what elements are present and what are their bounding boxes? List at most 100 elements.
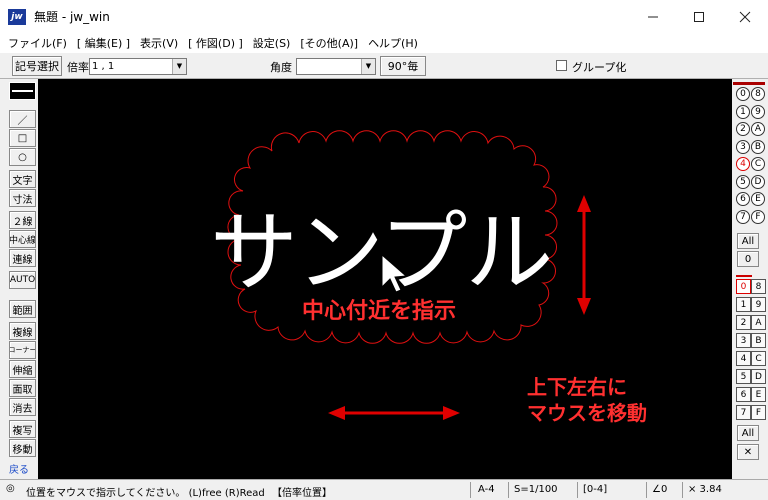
layer-group-button-9[interactable]: 9: [751, 104, 765, 119]
group-checkbox[interactable]: [556, 60, 567, 71]
layer-all-button[interactable]: All: [737, 425, 759, 441]
menu-settings[interactable]: 設定(S): [253, 35, 291, 51]
tool-dimension[interactable]: 寸法: [9, 189, 36, 207]
layer-group-button-7[interactable]: 7: [736, 209, 750, 224]
tool-connect-line[interactable]: 連線: [9, 249, 36, 267]
close-icon: [739, 11, 751, 22]
hint-center: 中心付近を指示: [302, 299, 457, 324]
layer-button-b[interactable]: B: [751, 333, 766, 348]
layer-group-all-button[interactable]: All: [737, 233, 759, 249]
layer-group-button-5[interactable]: 5: [736, 174, 750, 189]
symbol-select-button[interactable]: 記号選択: [12, 56, 62, 76]
menu-file[interactable]: ファイル(F): [8, 35, 67, 51]
status-message: 位置をマウスで指示してください。 (L)free (R)Read: [26, 488, 265, 499]
layer-button-e[interactable]: E: [751, 387, 766, 402]
angle-combo[interactable]: ▼: [296, 58, 376, 75]
status-layer[interactable]: [0-4]: [583, 484, 607, 495]
layer-group-button-f[interactable]: F: [751, 209, 765, 224]
layer-button-d[interactable]: D: [751, 369, 766, 384]
chevron-down-icon[interactable]: ▼: [361, 59, 375, 74]
layer-group-button-d[interactable]: D: [751, 174, 765, 189]
arrow-head-down: [577, 298, 591, 315]
arrow-head-up: [577, 195, 591, 212]
tool-circle[interactable]: ○: [9, 148, 36, 166]
status-paper[interactable]: A-4: [478, 484, 495, 495]
ninety-degree-button[interactable]: 90°毎: [380, 56, 426, 76]
layer-group-zero-button[interactable]: 0: [737, 251, 759, 267]
layer-group-button-b[interactable]: B: [751, 139, 765, 154]
layer-group-button-4[interactable]: 4: [736, 157, 750, 171]
layer-button-c[interactable]: C: [751, 351, 766, 366]
tool-offset[interactable]: 複線: [9, 322, 36, 340]
menu-help[interactable]: ヘルプ(H): [368, 35, 418, 51]
maximize-icon: [694, 11, 704, 22]
status-mode: 【倍率位置】: [272, 488, 332, 499]
layer-group-button-c[interactable]: C: [751, 157, 765, 171]
layer-button-f[interactable]: F: [751, 405, 766, 420]
scale-combo[interactable]: 1 , 1 ▼: [89, 58, 187, 75]
status-scale[interactable]: S=1/100: [514, 484, 558, 495]
close-button[interactable]: [722, 0, 768, 33]
tool-text[interactable]: 文字: [9, 170, 36, 188]
layer-group-button-e[interactable]: E: [751, 192, 765, 206]
layer-indicator: [736, 275, 752, 277]
tool-chamfer[interactable]: 面取: [9, 379, 36, 397]
tool-auto[interactable]: AUTO: [9, 271, 36, 289]
menu-other[interactable]: [その他(A)]: [300, 35, 358, 51]
status-bar: ◎ 位置をマウスで指示してください。 (L)free (R)Read 【倍率位置…: [0, 479, 768, 500]
layer-button-8[interactable]: 8: [751, 279, 766, 294]
app-icon: jw: [8, 8, 26, 25]
tool-copy[interactable]: 複写: [9, 420, 36, 438]
angle-label: 角度: [270, 61, 292, 74]
layer-button-2[interactable]: 2: [736, 315, 751, 330]
tool-corner[interactable]: コーナー: [9, 341, 36, 359]
hint-move-line2: マウスを移動: [527, 401, 647, 425]
drawing-canvas[interactable]: サンプル 中心付近を指示 上下左右に マウスを移動: [38, 79, 732, 479]
layer-button-6[interactable]: 6: [736, 387, 751, 402]
layer-group-button-a[interactable]: A: [751, 122, 765, 136]
layer-panel: 08192A3B4C5D6E7F All 0 08192A3B4C5D6E7F …: [732, 79, 768, 479]
layer-button-1[interactable]: 1: [736, 297, 751, 312]
layer-button-7[interactable]: 7: [736, 405, 751, 420]
layer-button-3[interactable]: 3: [736, 333, 751, 348]
minimize-icon: [648, 16, 658, 17]
line-type-swatch[interactable]: [9, 82, 36, 100]
menu-view[interactable]: 表示(V): [140, 35, 178, 51]
minimize-button[interactable]: [630, 0, 676, 33]
window-title: 無題 - jw_win: [34, 10, 110, 24]
tool-move[interactable]: 移動: [9, 439, 36, 457]
layer-group-indicator: [733, 82, 765, 85]
status-zoom: × 3.84: [688, 484, 722, 495]
layer-button-5[interactable]: 5: [736, 369, 751, 384]
menu-edit[interactable]: [ 編集(E) ]: [77, 35, 130, 51]
settings-icon[interactable]: ◎: [6, 483, 15, 494]
chevron-down-icon[interactable]: ▼: [172, 59, 186, 74]
layer-group-button-2[interactable]: 2: [736, 122, 750, 136]
hint-move-line1: 上下左右に: [527, 375, 627, 399]
undo-link[interactable]: 戻る: [9, 461, 29, 476]
tool-erase[interactable]: 消去: [9, 398, 36, 416]
tool-line[interactable]: ／: [9, 110, 36, 128]
layer-group-button-6[interactable]: 6: [736, 192, 750, 206]
layer-group-button-0[interactable]: 0: [736, 87, 750, 101]
tool-stretch[interactable]: 伸縮: [9, 360, 36, 378]
layer-button-0[interactable]: 0: [736, 279, 751, 294]
layer-group-button-1[interactable]: 1: [736, 104, 750, 119]
toolbar: 記号選択 倍率 1 , 1 ▼ 角度 ▼ 90°毎 グループ化: [0, 53, 768, 79]
layer-button-4[interactable]: 4: [736, 351, 751, 366]
layer-button-9[interactable]: 9: [751, 297, 766, 312]
menu-draw[interactable]: [ 作図(D) ]: [188, 35, 243, 51]
maximize-button[interactable]: [676, 0, 722, 33]
scale-value: 1 , 1: [92, 61, 115, 72]
layer-button-a[interactable]: A: [751, 315, 766, 330]
layer-group-button-8[interactable]: 8: [751, 87, 765, 101]
tool-double-line[interactable]: ２線: [9, 211, 36, 229]
group-label: グループ化: [572, 61, 627, 74]
tool-range[interactable]: 範囲: [9, 300, 36, 318]
tool-palette: ／ □ ○ 文字 寸法 ２線 中心線 連線 AUTO 範囲 複線 コーナー 伸縮…: [0, 79, 38, 479]
tool-center-line[interactable]: 中心線: [9, 230, 36, 248]
layer-group-button-3[interactable]: 3: [736, 139, 750, 154]
scale-label: 倍率: [67, 61, 89, 74]
layer-cross-button[interactable]: ✕: [737, 444, 759, 460]
tool-rectangle[interactable]: □: [9, 129, 36, 147]
